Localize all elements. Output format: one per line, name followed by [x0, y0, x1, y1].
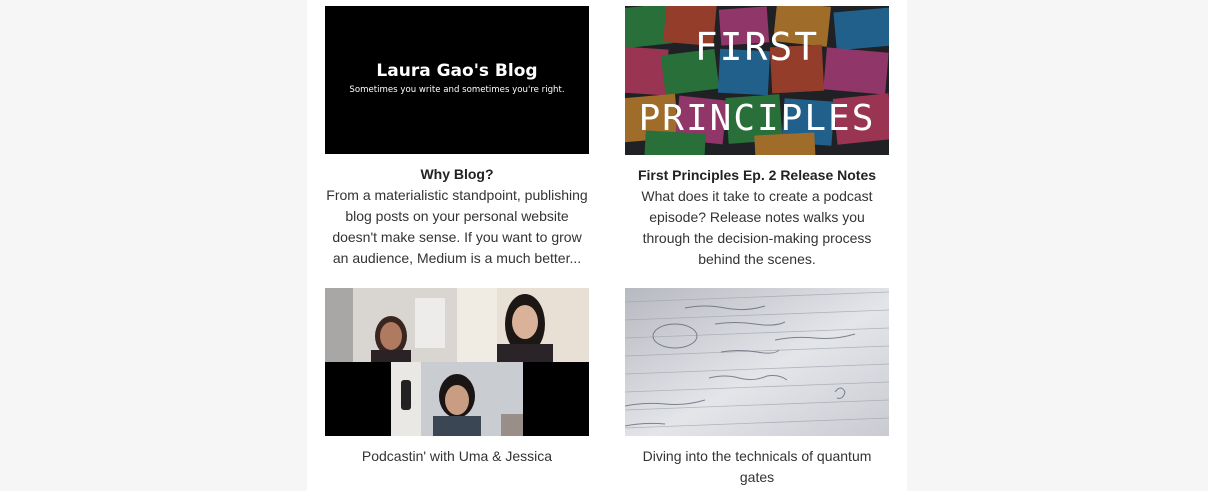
blog-banner-tagline: Sometimes you write and sometimes you're… [349, 85, 564, 95]
blog-banner-image[interactable]: Laura Gao's Blog Sometimes you write and… [325, 6, 589, 154]
post-description: What does it take to create a podcast ep… [641, 188, 873, 267]
post-card-first-principles[interactable]: FIRST PRINCIPLES First Principles Ep. 2 … [625, 6, 889, 270]
post-caption[interactable]: Diving into the technicals of quantum ga… [625, 446, 889, 488]
cover-line-1: FIRST [695, 25, 819, 69]
post-title[interactable]: First Principles Ep. 2 Release Notes [625, 165, 889, 186]
post-card-quantum-gates[interactable]: Diving into the technicals of quantum ga… [625, 288, 889, 488]
handwritten-notes-photo[interactable] [625, 288, 889, 436]
post-description: From a materialistic standpoint, publish… [326, 187, 588, 266]
video-call-photo[interactable] [325, 288, 589, 436]
blog-banner-heading: Laura Gao's Blog [376, 61, 537, 81]
first-principles-cover-image[interactable]: FIRST PRINCIPLES [625, 6, 889, 155]
post-card-podcastin[interactable]: Podcastin' with Uma & Jessica [325, 288, 589, 467]
post-caption[interactable]: Podcastin' with Uma & Jessica [325, 446, 589, 467]
post-title[interactable]: Why Blog? [325, 164, 589, 185]
content-column: Laura Gao's Blog Sometimes you write and… [307, 0, 907, 491]
post-card-why-blog[interactable]: Laura Gao's Blog Sometimes you write and… [325, 6, 589, 269]
cover-line-2: PRINCIPLES [639, 98, 876, 139]
